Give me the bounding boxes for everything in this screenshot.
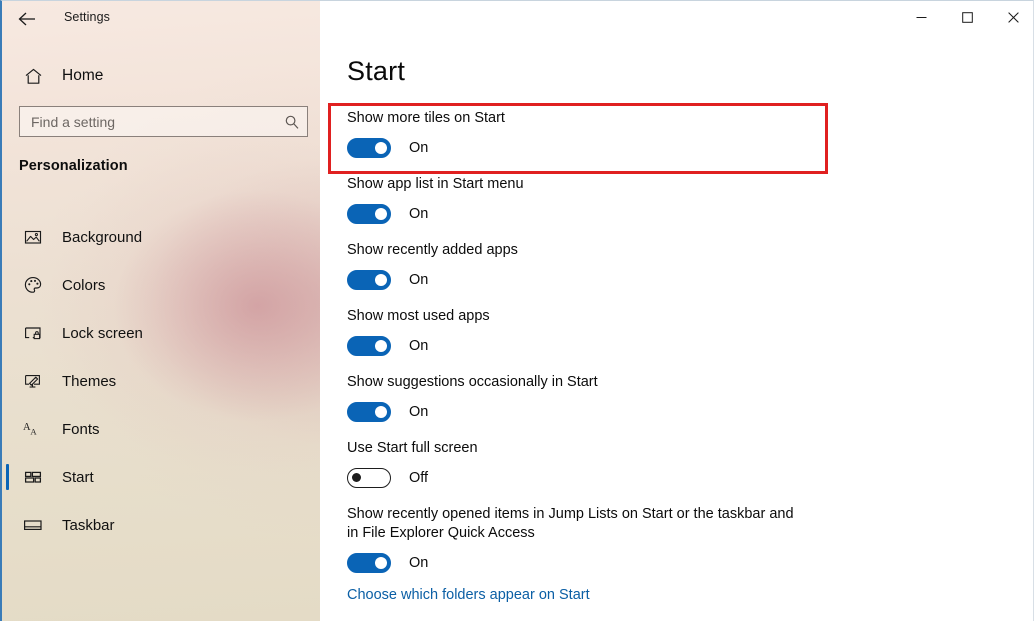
setting-label: Use Start full screen <box>347 439 795 458</box>
svg-text:A: A <box>30 427 37 437</box>
toggle-row: On <box>347 204 1007 224</box>
setting-show-suggestions: Show suggestions occasionally in Start O… <box>347 373 1007 422</box>
palette-icon <box>18 271 48 299</box>
toggle-state-label: On <box>409 206 428 222</box>
titlebar-left: Settings <box>2 1 320 35</box>
home-icon <box>18 62 48 90</box>
lock-screen-icon <box>18 319 48 347</box>
sidebar: Settings Home <box>2 1 320 621</box>
toggle-state-label: Off <box>409 470 428 486</box>
toggle-show-app-list[interactable] <box>347 204 391 224</box>
toggle-state-label: On <box>409 404 428 420</box>
search-input-wrapper[interactable] <box>19 106 308 137</box>
setting-label: Show app list in Start menu <box>347 175 795 194</box>
main-content: Start Show more tiles on Start On Show a… <box>320 1 1034 621</box>
toggle-state-label: On <box>409 140 428 156</box>
sidebar-item-home[interactable]: Home <box>2 61 320 91</box>
fonts-aa-icon: A A <box>18 415 48 443</box>
window-title: Settings <box>64 10 110 24</box>
choose-folders-link[interactable]: Choose which folders appear on Start <box>347 587 590 603</box>
toggle-knob <box>375 208 387 220</box>
start-tiles-icon <box>18 463 48 491</box>
sidebar-item-lock-screen-label: Lock screen <box>62 325 143 342</box>
sidebar-item-home-label: Home <box>62 67 103 85</box>
toggle-knob <box>375 142 387 154</box>
selection-indicator <box>6 464 9 490</box>
sidebar-section-heading: Personalization <box>19 158 128 174</box>
toggle-row: On <box>347 270 1007 290</box>
sidebar-item-colors-label: Colors <box>62 277 105 294</box>
sidebar-nav-list: Background Colors <box>2 213 320 549</box>
setting-show-most-used-apps: Show most used apps On <box>347 307 1007 356</box>
sidebar-item-fonts-label: Fonts <box>62 421 100 438</box>
toggle-show-recently-added-apps[interactable] <box>347 270 391 290</box>
maximize-icon[interactable] <box>944 1 990 33</box>
window-controls <box>898 1 1034 33</box>
settings-window: Settings Home <box>0 0 1034 621</box>
setting-show-more-tiles: Show more tiles on Start On <box>347 109 1007 158</box>
settings-list: Show more tiles on Start On Show app lis… <box>347 109 1007 590</box>
sidebar-item-colors[interactable]: Colors <box>2 261 320 309</box>
toggle-row: On <box>347 138 1007 158</box>
sidebar-item-themes-label: Themes <box>62 373 116 390</box>
taskbar-icon <box>18 511 48 539</box>
toggle-state-label: On <box>409 555 428 571</box>
setting-label: Show most used apps <box>347 307 795 326</box>
sidebar-item-background-label: Background <box>62 229 142 246</box>
sidebar-item-lock-screen[interactable]: Lock screen <box>2 309 320 357</box>
toggle-state-label: On <box>409 272 428 288</box>
sidebar-item-start-label: Start <box>62 469 94 486</box>
search-icon[interactable] <box>277 107 307 136</box>
setting-label: Show recently added apps <box>347 241 795 260</box>
themes-brush-icon <box>18 367 48 395</box>
setting-show-recently-opened-items: Show recently opened items in Jump Lists… <box>347 505 1007 573</box>
toggle-knob <box>352 473 361 482</box>
toggle-show-suggestions[interactable] <box>347 402 391 422</box>
toggle-use-start-full-screen[interactable] <box>347 468 391 488</box>
close-icon[interactable] <box>990 1 1034 33</box>
toggle-state-label: On <box>409 338 428 354</box>
setting-label: Show recently opened items in Jump Lists… <box>347 505 795 543</box>
toggle-show-recently-opened-items[interactable] <box>347 553 391 573</box>
back-arrow-icon[interactable] <box>12 5 42 33</box>
sidebar-item-taskbar-label: Taskbar <box>62 517 115 534</box>
setting-use-start-full-screen: Use Start full screen Off <box>347 439 1007 488</box>
setting-label: Show more tiles on Start <box>347 109 795 128</box>
toggle-knob <box>375 274 387 286</box>
page-title: Start <box>347 56 405 87</box>
toggle-show-most-used-apps[interactable] <box>347 336 391 356</box>
minimize-icon[interactable] <box>898 1 944 33</box>
setting-show-recently-added-apps: Show recently added apps On <box>347 241 1007 290</box>
toggle-knob <box>375 406 387 418</box>
sidebar-item-taskbar[interactable]: Taskbar <box>2 501 320 549</box>
search-input[interactable] <box>20 107 277 136</box>
sidebar-item-background[interactable]: Background <box>2 213 320 261</box>
toggle-row: Off <box>347 468 1007 488</box>
sidebar-item-fonts[interactable]: A A Fonts <box>2 405 320 453</box>
toggle-row: On <box>347 402 1007 422</box>
toggle-show-more-tiles[interactable] <box>347 138 391 158</box>
picture-icon <box>18 223 48 251</box>
toggle-knob <box>375 557 387 569</box>
toggle-row: On <box>347 336 1007 356</box>
sidebar-item-themes[interactable]: Themes <box>2 357 320 405</box>
setting-label: Show suggestions occasionally in Start <box>347 373 795 392</box>
toggle-row: On <box>347 553 1007 573</box>
toggle-knob <box>375 340 387 352</box>
setting-show-app-list: Show app list in Start menu On <box>347 175 1007 224</box>
sidebar-item-start[interactable]: Start <box>2 453 320 501</box>
